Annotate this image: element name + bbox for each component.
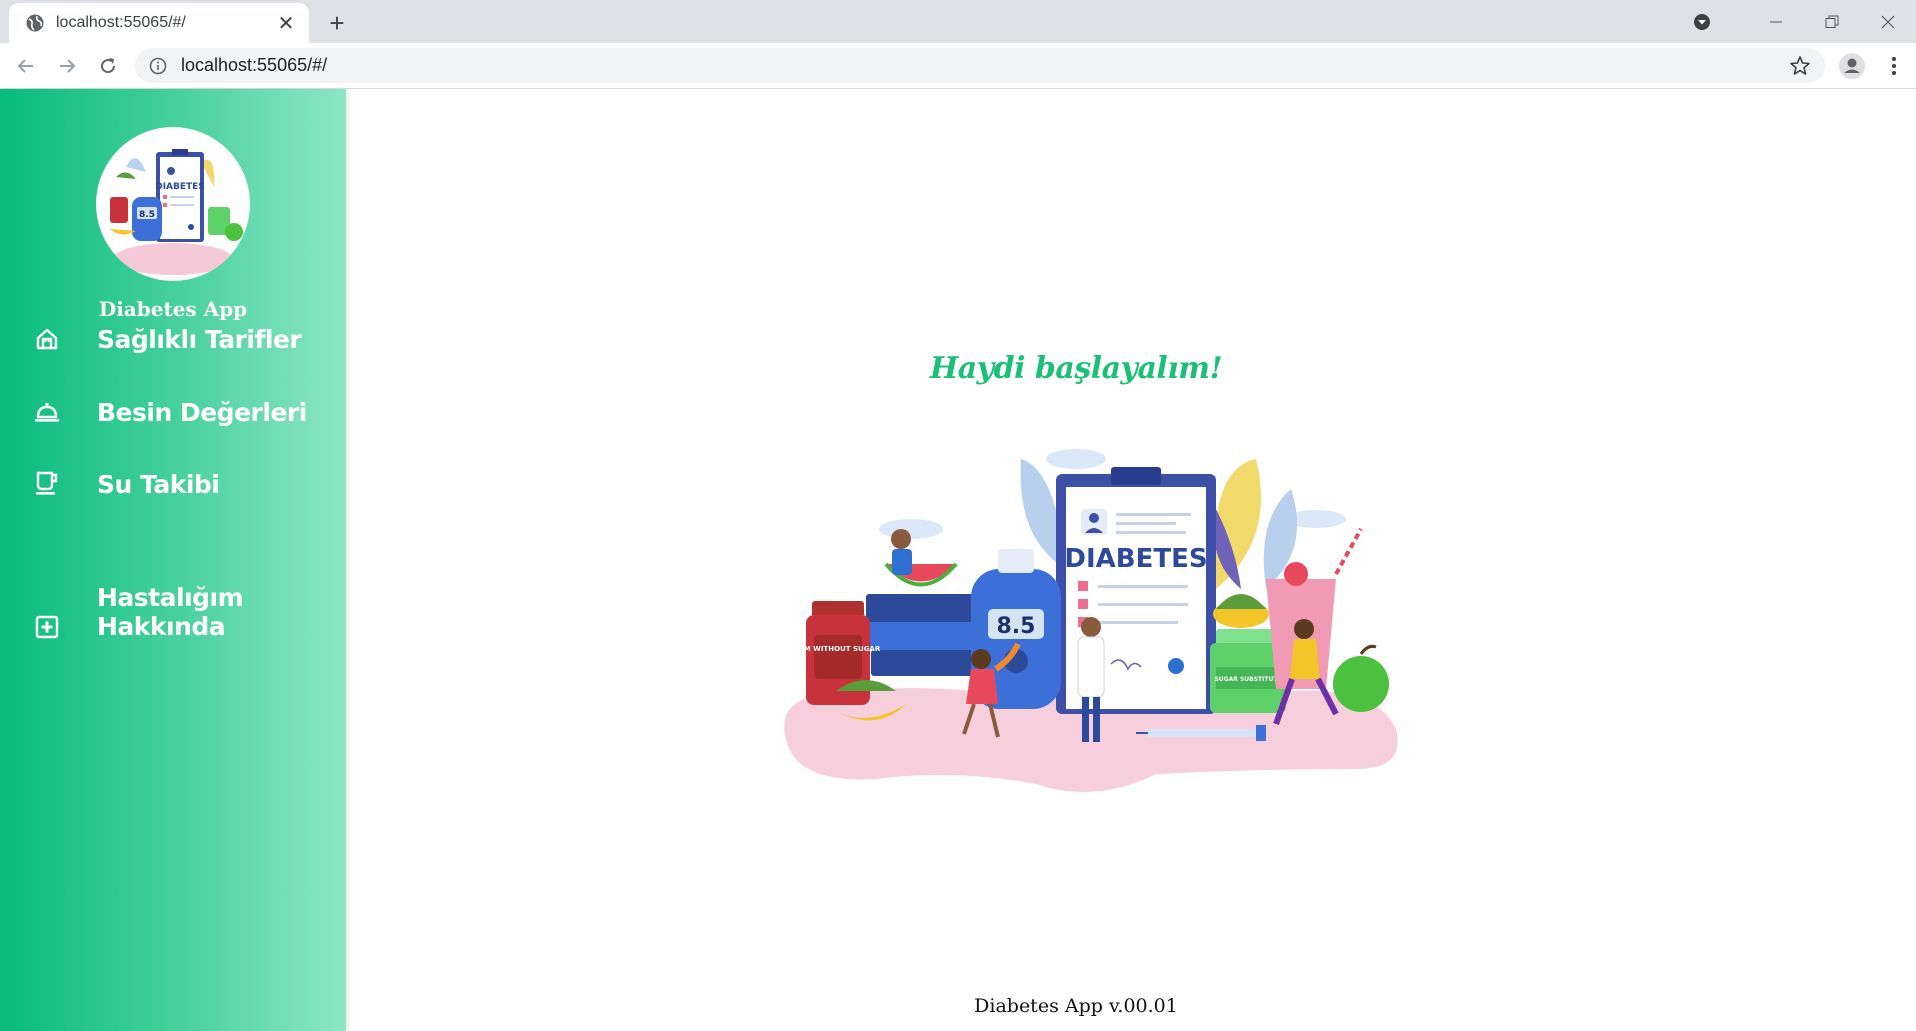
clipboard-title: DIABETES bbox=[1064, 544, 1207, 574]
nav-label-line-1: Hastalığım bbox=[97, 583, 244, 612]
nav-label: Su Takibi bbox=[97, 470, 220, 499]
new-tab-button[interactable]: + bbox=[322, 8, 352, 38]
meter-reading: 8.5 bbox=[997, 614, 1036, 639]
footer-version: Diabetes App v.00.01 bbox=[974, 995, 1178, 1017]
nav-label: Sağlıklı Tarifler bbox=[97, 325, 302, 354]
bookmark-star-icon[interactable] bbox=[1789, 55, 1811, 77]
forward-icon[interactable] bbox=[53, 52, 81, 80]
window-controls bbox=[1692, 0, 1916, 43]
cup-icon bbox=[34, 470, 60, 496]
nav-label: Besin Değerleri bbox=[97, 398, 307, 427]
logo-meter-reading: 8.5 bbox=[139, 210, 155, 220]
tab-search-icon[interactable] bbox=[1692, 12, 1712, 32]
minimize-icon[interactable] bbox=[1748, 0, 1804, 43]
url-text: localhost:55065/#/ bbox=[181, 55, 328, 75]
medical-plus-icon bbox=[34, 614, 60, 640]
nav-item-about-my-disease[interactable]: Hastalığım Hakkında bbox=[0, 583, 346, 667]
diabetes-illustration: DIABETES 8.5 JAM WITHOUT SUGAR SUGAR SUB… bbox=[736, 429, 1436, 809]
nav-label-line-2: Hakkında bbox=[97, 612, 226, 641]
dish-icon bbox=[34, 399, 60, 425]
bottle-label: SUGAR SUBSTITUTE bbox=[1214, 676, 1281, 683]
close-tab-icon[interactable]: ✕ bbox=[275, 12, 297, 35]
jar-label: JAM WITHOUT SUGAR bbox=[795, 645, 881, 653]
close-window-icon[interactable] bbox=[1860, 0, 1916, 43]
browser-tab[interactable]: localhost:55065/#/ ✕ bbox=[9, 3, 309, 43]
url-field[interactable]: localhost:55065/#/ bbox=[135, 48, 1825, 83]
back-icon[interactable] bbox=[12, 52, 40, 80]
app-logo: DIABETES 8.5 bbox=[96, 127, 250, 281]
nav-item-healthy-recipes[interactable]: Sağlıklı Tarifler bbox=[0, 309, 346, 369]
nav-item-water-tracking[interactable]: Su Takibi bbox=[0, 454, 346, 514]
address-bar: localhost:55065/#/ bbox=[0, 43, 1916, 89]
logo-clipboard-text: DIABETES bbox=[155, 182, 205, 192]
reload-icon[interactable] bbox=[94, 52, 122, 80]
home-icon bbox=[34, 326, 60, 352]
welcome-headline: Haydi başlayalım! bbox=[929, 351, 1223, 386]
tab-title: localhost:55065/#/ bbox=[56, 14, 186, 31]
sidebar: DIABETES 8.5 Diabetes App Sağlıklı Tarif… bbox=[0, 89, 346, 1031]
profile-icon[interactable] bbox=[1838, 52, 1866, 80]
info-icon[interactable] bbox=[149, 57, 167, 75]
kebab-menu-icon[interactable] bbox=[1884, 52, 1904, 80]
globe-icon bbox=[25, 13, 45, 33]
main-content: Haydi başlayalım! DIABETES 8.5 JAM WITHO… bbox=[346, 89, 1916, 1031]
restore-icon[interactable] bbox=[1804, 0, 1860, 43]
nav-item-nutrition-values[interactable]: Besin Değerleri bbox=[0, 382, 346, 442]
browser-tab-strip: localhost:55065/#/ ✕ + bbox=[0, 0, 1916, 43]
